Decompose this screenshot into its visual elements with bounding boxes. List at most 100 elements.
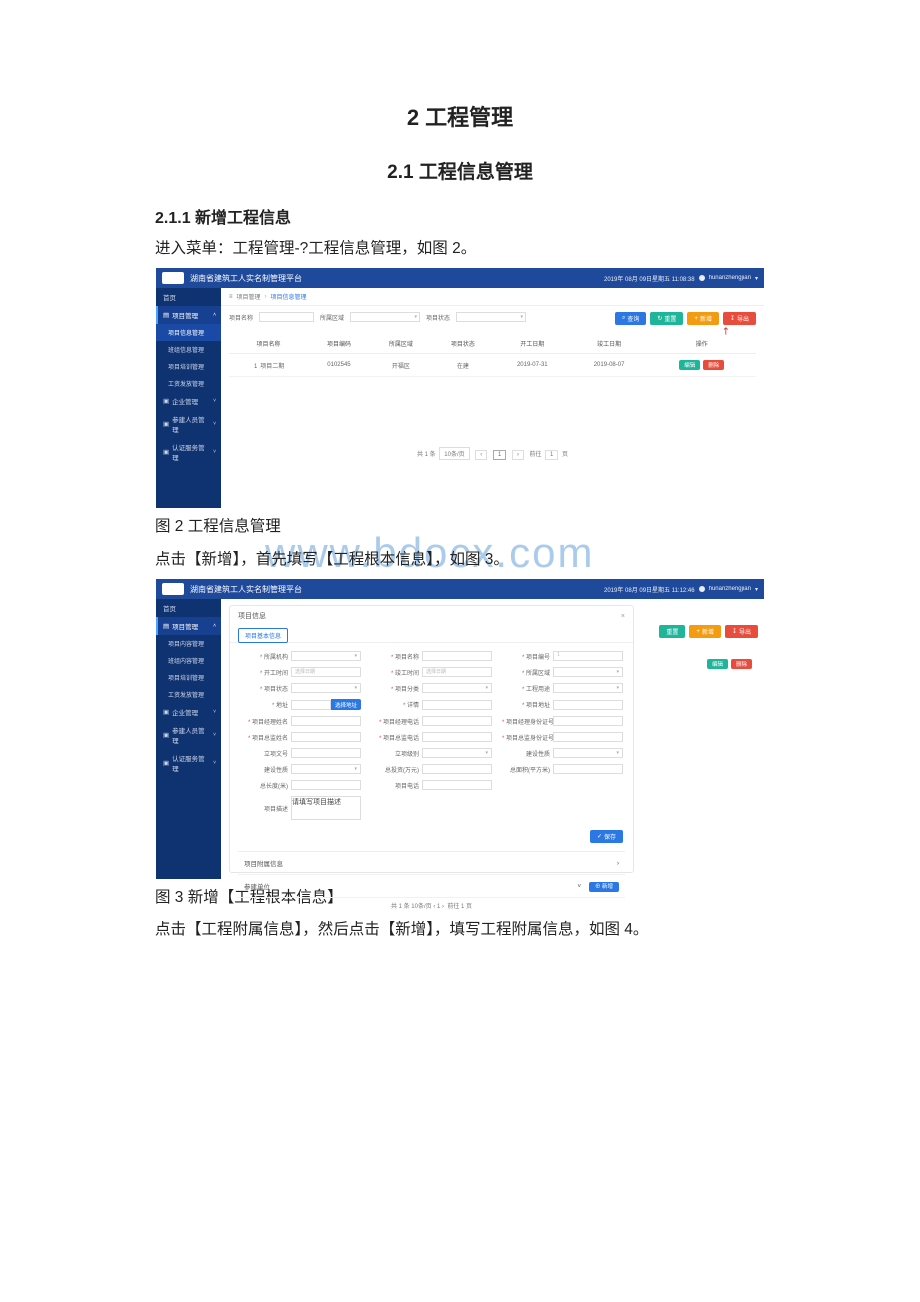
- sidebar-project-group[interactable]: ▤项目管理˄: [156, 617, 221, 635]
- row-edit-button[interactable]: 编辑: [679, 360, 700, 370]
- filter-input-name[interactable]: [259, 312, 314, 322]
- input-status[interactable]: ▾: [291, 683, 361, 693]
- sidebar-project-group[interactable]: ▤项目管理˄: [156, 306, 221, 324]
- th-code: 项目编码: [308, 334, 370, 354]
- th-end: 竣工日期: [571, 334, 648, 354]
- reset-button[interactable]: ↻重置: [650, 312, 683, 325]
- input-detailaddr[interactable]: [553, 700, 623, 710]
- sidebar-item-salary[interactable]: 工资发放管理: [156, 375, 221, 392]
- filter-select-status[interactable]: ▾: [456, 312, 526, 322]
- app-logo: [162, 272, 184, 284]
- add-button[interactable]: +新增: [687, 312, 719, 325]
- add-button[interactable]: + 新增: [689, 625, 721, 638]
- sidebar-worker-label: 参建人员管理: [172, 725, 210, 745]
- label-detail: 详情: [371, 700, 419, 709]
- input-projno[interactable]: 1: [553, 651, 623, 661]
- input-purpose[interactable]: ▾: [553, 683, 623, 693]
- sidebar-item-1[interactable]: 项目内容管理: [156, 635, 221, 652]
- doc-paragraph-2: 点击【新增】，首先填写【工程根本信息】，如图 3。: [155, 547, 765, 573]
- sidebar-home[interactable]: 首页: [156, 288, 221, 306]
- chevron-down-icon: ˅: [577, 883, 581, 890]
- sidebar-item-training[interactable]: 项目培训管理: [156, 358, 221, 375]
- header-user[interactable]: hunanzhengjian: [709, 586, 751, 592]
- input-setuplevel[interactable]: ▾: [422, 748, 492, 758]
- input-org[interactable]: ▾: [291, 651, 361, 661]
- chevron-down-icon[interactable]: ▾: [755, 586, 758, 593]
- user-icon: [699, 275, 705, 281]
- sidebar-item-team-info[interactable]: 班组信息管理: [156, 341, 221, 358]
- input-area[interactable]: ▾: [553, 667, 623, 677]
- tab-basic-info[interactable]: 项目基本信息: [238, 628, 288, 643]
- sidebar-device-group[interactable]: ▣认证服务管理˅: [156, 749, 221, 777]
- pager-goto-input[interactable]: 1: [545, 450, 558, 460]
- sidebar-company-group[interactable]: ▣企业管理˅: [156, 703, 221, 721]
- input-address[interactable]: [291, 700, 331, 710]
- input-safety-phone[interactable]: [422, 732, 492, 742]
- th-area: 所属区域: [370, 334, 432, 354]
- sidebar-worker-group[interactable]: ▣参建人员管理˅: [156, 410, 221, 438]
- sidebar-worker-group[interactable]: ▣参建人员管理˅: [156, 721, 221, 749]
- input-category[interactable]: ▾: [422, 683, 492, 693]
- pager-next[interactable]: ›: [512, 450, 524, 460]
- input-projname[interactable]: [422, 651, 492, 661]
- sidebar-item-3[interactable]: 项目培训管理: [156, 669, 221, 686]
- input-buildtype[interactable]: ▾: [291, 764, 361, 774]
- input-buildnature[interactable]: ▾: [553, 748, 623, 758]
- sidebar-company-group[interactable]: ▣企业管理˅: [156, 392, 221, 410]
- pager-page[interactable]: 1: [437, 904, 440, 910]
- input-detail[interactable]: [422, 700, 492, 710]
- sidebar-item-project-info[interactable]: 项目信息管理: [156, 324, 221, 341]
- sidebar-device-group[interactable]: ▣认证服务管理˅: [156, 438, 221, 466]
- input-contact[interactable]: [422, 780, 492, 790]
- chevron-down-icon[interactable]: ▾: [755, 275, 758, 282]
- input-safety-name[interactable]: [291, 732, 361, 742]
- sidebar-item-2[interactable]: 班组内容管理: [156, 652, 221, 669]
- crumb-parent[interactable]: 项目管理: [237, 292, 261, 301]
- pager-page[interactable]: 1: [493, 450, 506, 460]
- sidebar-project-label: 项目管理: [172, 310, 198, 320]
- input-mgr-name[interactable]: [291, 716, 361, 726]
- sidebar-worker-label: 参建人员管理: [172, 414, 210, 434]
- reset-button[interactable]: 重置: [659, 625, 685, 638]
- accordion-attach-info[interactable]: 项目附属信息 ›: [238, 852, 625, 875]
- export-button[interactable]: ↧导出: [723, 312, 756, 325]
- save-button[interactable]: ✓ 保存: [590, 830, 623, 843]
- pager-prev[interactable]: ‹: [433, 904, 435, 910]
- input-buildarea[interactable]: [553, 764, 623, 774]
- sidebar-item-4[interactable]: 工资发放管理: [156, 686, 221, 703]
- sidebar-home[interactable]: 首页: [156, 599, 221, 617]
- row-delete-button[interactable]: 删除: [731, 659, 752, 669]
- project-info-modal: 项目信息 × 项目基本信息 所属机构▾ 项目名称 项目编号1 开工时间选择日期 …: [229, 605, 634, 873]
- export-button[interactable]: ↧ 导出: [725, 625, 758, 638]
- choose-address-button[interactable]: 选择地址: [331, 699, 361, 710]
- doc-heading-2: 2.1 工程信息管理: [155, 157, 765, 184]
- accordion-participants[interactable]: 参建单位 ˅ ⊕ 新增: [238, 875, 625, 898]
- input-mgr-phone[interactable]: [422, 716, 492, 726]
- input-mgr-id[interactable]: [553, 716, 623, 726]
- accordion-add-button[interactable]: ⊕ 新增: [589, 882, 619, 892]
- label-invest: 总投资(万元): [371, 765, 419, 774]
- chevron-down-icon: ˅: [213, 760, 216, 766]
- row-edit-button[interactable]: 编辑: [707, 659, 728, 669]
- input-start[interactable]: 选择日期: [291, 667, 361, 677]
- header-user[interactable]: hunanzhengjian: [709, 275, 751, 281]
- input-setupdoc[interactable]: [291, 748, 361, 758]
- input-length[interactable]: [291, 780, 361, 790]
- search-button[interactable]: ⌕查询: [615, 312, 646, 325]
- pager-prev[interactable]: ‹: [475, 450, 487, 460]
- input-invest[interactable]: [422, 764, 492, 774]
- label-area: 所属区域: [502, 668, 550, 677]
- pager-pagesize[interactable]: 10条/页: [439, 447, 469, 460]
- row-delete-button[interactable]: 删除: [703, 360, 724, 370]
- pager-pagesize[interactable]: 10条/页: [411, 904, 431, 910]
- filter-select-area[interactable]: ▾: [350, 312, 420, 322]
- pagination: 共 1 条 10条/页 ‹ 1 › 前往 1 页: [221, 377, 764, 468]
- pager-next[interactable]: ›: [442, 904, 444, 910]
- cell-code: 0102545: [308, 354, 370, 377]
- input-end[interactable]: 选择日期: [422, 667, 492, 677]
- textarea-desc[interactable]: 请填写项目描述: [291, 796, 361, 820]
- cell-end: 2019-08-07: [571, 354, 648, 377]
- pager-goto-input[interactable]: 1: [461, 904, 464, 910]
- modal-close-button[interactable]: ×: [621, 613, 625, 620]
- input-safety-id[interactable]: [553, 732, 623, 742]
